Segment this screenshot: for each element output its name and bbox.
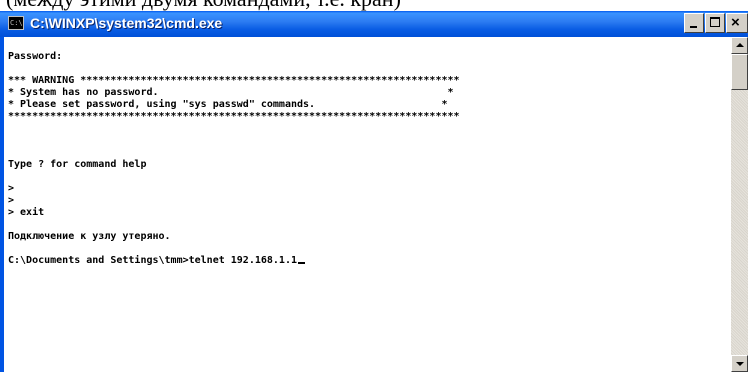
minimize-button[interactable] xyxy=(684,13,704,33)
cmd-window: (между этими двумя командами, т.е. кран)… xyxy=(0,0,748,372)
caption-fragment: (между этими двумя командами, т.е. кран) xyxy=(0,0,748,11)
close-button[interactable]: × xyxy=(726,13,748,33)
caption-fragment-text: (между этими двумя командами, т.е. кран) xyxy=(6,0,401,10)
text-cursor xyxy=(297,262,305,264)
arrow-down-icon xyxy=(736,362,744,366)
vertical-scrollbar[interactable] xyxy=(731,37,748,372)
title-bar[interactable]: C:\ C:\WINXP\system32\cmd.exe × xyxy=(0,11,748,37)
console-line: * Please set password, using "sys passwd… xyxy=(8,99,448,110)
console-line: ****************************************… xyxy=(8,111,460,122)
maximize-icon xyxy=(710,17,720,27)
scroll-thumb[interactable] xyxy=(731,54,748,90)
console-line: Password: xyxy=(8,51,63,62)
console-line: Подключение к узлу утеряно. xyxy=(8,231,171,242)
console-line: Type ? for command help xyxy=(8,159,147,170)
console-line: *** WARNING ****************************… xyxy=(8,75,460,86)
console-icon[interactable]: C:\ xyxy=(8,16,24,30)
console-prompt-line: C:\Documents and Settings\tmm>telnet 192… xyxy=(8,255,730,267)
console-line: > xyxy=(8,195,15,206)
console-icon-label: C:\ xyxy=(10,19,23,27)
arrow-up-icon xyxy=(736,43,744,47)
console-output[interactable]: Password: *** WARNING ******************… xyxy=(0,37,731,372)
console-prompt-text: C:\Documents and Settings\tmm>telnet 192… xyxy=(8,255,297,266)
console-line: > exit xyxy=(8,207,45,218)
window-title: C:\WINXP\system32\cmd.exe xyxy=(30,15,223,31)
minimize-icon xyxy=(690,26,697,28)
console-line: * System has no password. * xyxy=(8,87,454,98)
close-icon: × xyxy=(731,14,740,31)
console-text-area: Password: *** WARNING ******************… xyxy=(8,51,730,267)
console-line: > xyxy=(8,183,15,194)
maximize-button[interactable] xyxy=(705,13,725,33)
scroll-up-button[interactable] xyxy=(731,37,748,54)
scroll-down-button[interactable] xyxy=(731,355,748,372)
